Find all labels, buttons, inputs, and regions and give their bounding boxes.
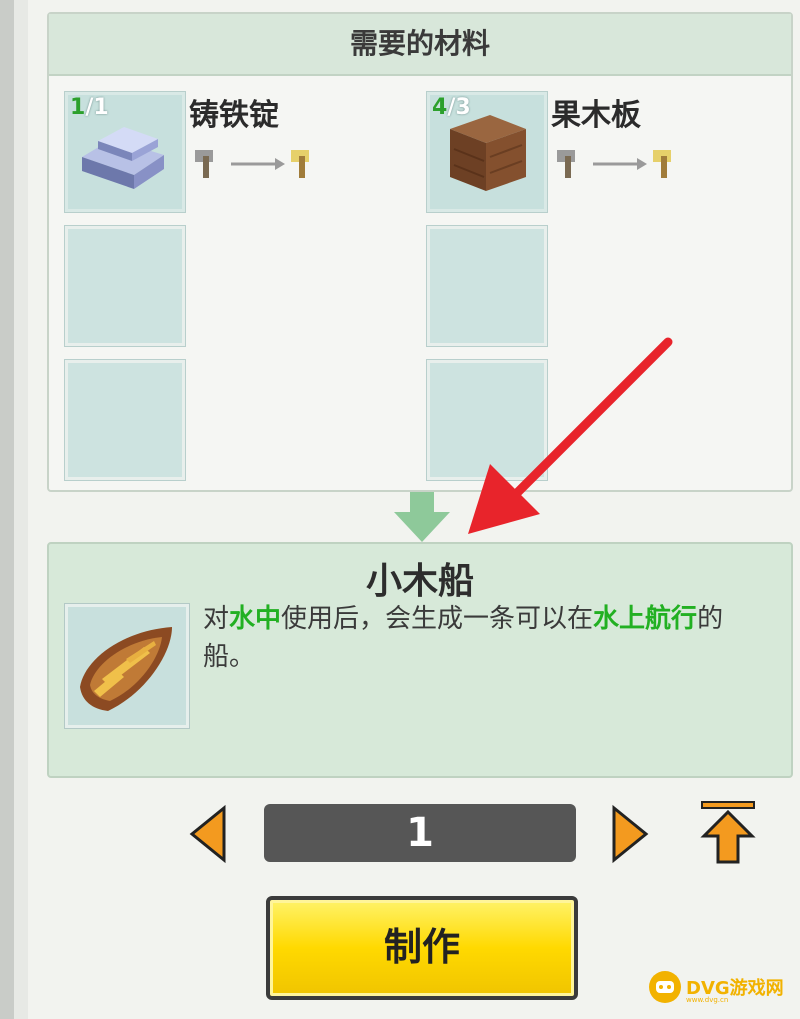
left-rail (0, 0, 14, 1019)
stone-axe-icon (557, 150, 575, 178)
material-slot-empty[interactable] (426, 359, 548, 481)
watermark-subtext: www.dvg.cn (686, 996, 729, 1004)
increase-arrow-button[interactable] (610, 804, 650, 864)
material-slot-iron-ingot[interactable]: 1/1 (64, 91, 186, 213)
material-name-iron-ingot: 铸铁锭 (189, 98, 279, 133)
tool-upgrade-chain (557, 150, 671, 178)
result-slot[interactable] (64, 603, 190, 729)
materials-panel: 需要的材料 1/1 铸铁锭 4/3 果木板 (47, 12, 793, 492)
result-panel: 小木船 对水中使用后，会生成一条可以在水上航行的 船。 (47, 542, 793, 778)
decrease-arrow-button[interactable] (188, 804, 228, 864)
material-slot-empty[interactable] (426, 225, 548, 347)
material-count: 4/3 (432, 95, 471, 120)
wooden-boat-icon (80, 627, 172, 711)
left-rail-inner (14, 0, 28, 1019)
max-quantity-button[interactable] (700, 800, 756, 866)
gold-axe-icon (653, 150, 671, 178)
gamepad-logo-icon (649, 971, 681, 1003)
material-count: 1/1 (70, 95, 109, 120)
material-slot-fruitwood-plank[interactable]: 4/3 (426, 91, 548, 213)
result-description: 对水中使用后，会生成一条可以在水上航行的 船。 (203, 604, 724, 672)
materials-title: 需要的材料 (49, 14, 791, 76)
material-slot-empty[interactable] (64, 359, 186, 481)
material-slot-empty[interactable] (64, 225, 186, 347)
watermark-logo: DVG游戏网 www.dvg.cn (648, 968, 794, 1008)
quantity-display[interactable]: 1 (264, 804, 576, 862)
down-arrow-icon (394, 492, 450, 542)
material-name-fruitwood-plank: 果木板 (551, 98, 641, 133)
stone-axe-icon (195, 150, 213, 178)
result-title: 小木船 (365, 561, 474, 602)
tool-upgrade-chain (195, 150, 309, 178)
craft-button[interactable]: 制作 (266, 896, 578, 1000)
gold-axe-icon (291, 150, 309, 178)
